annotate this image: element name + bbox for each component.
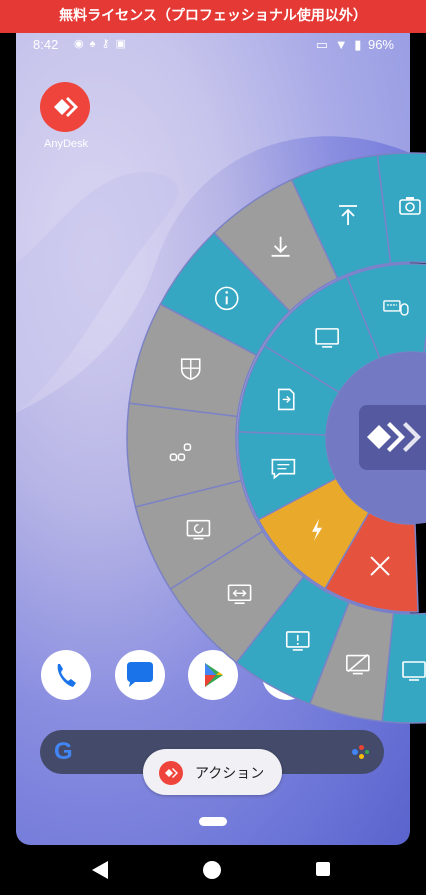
home-indicator[interactable] [199,817,227,826]
navigation-bar [0,845,426,895]
home-icon[interactable] [203,861,221,879]
anydesk-side-handle[interactable] [359,405,426,470]
action-button[interactable]: アクション [143,749,282,795]
back-icon[interactable] [92,861,108,879]
phone-screen: 無料ライセンス（プロフェッショナル使用以外） 8:42 ◉♠⚷▣ ▭ ▼ ▮ 9… [0,0,426,895]
anydesk-small-icon [159,761,183,785]
action-label: アクション [195,766,265,782]
recents-icon[interactable] [316,862,330,876]
